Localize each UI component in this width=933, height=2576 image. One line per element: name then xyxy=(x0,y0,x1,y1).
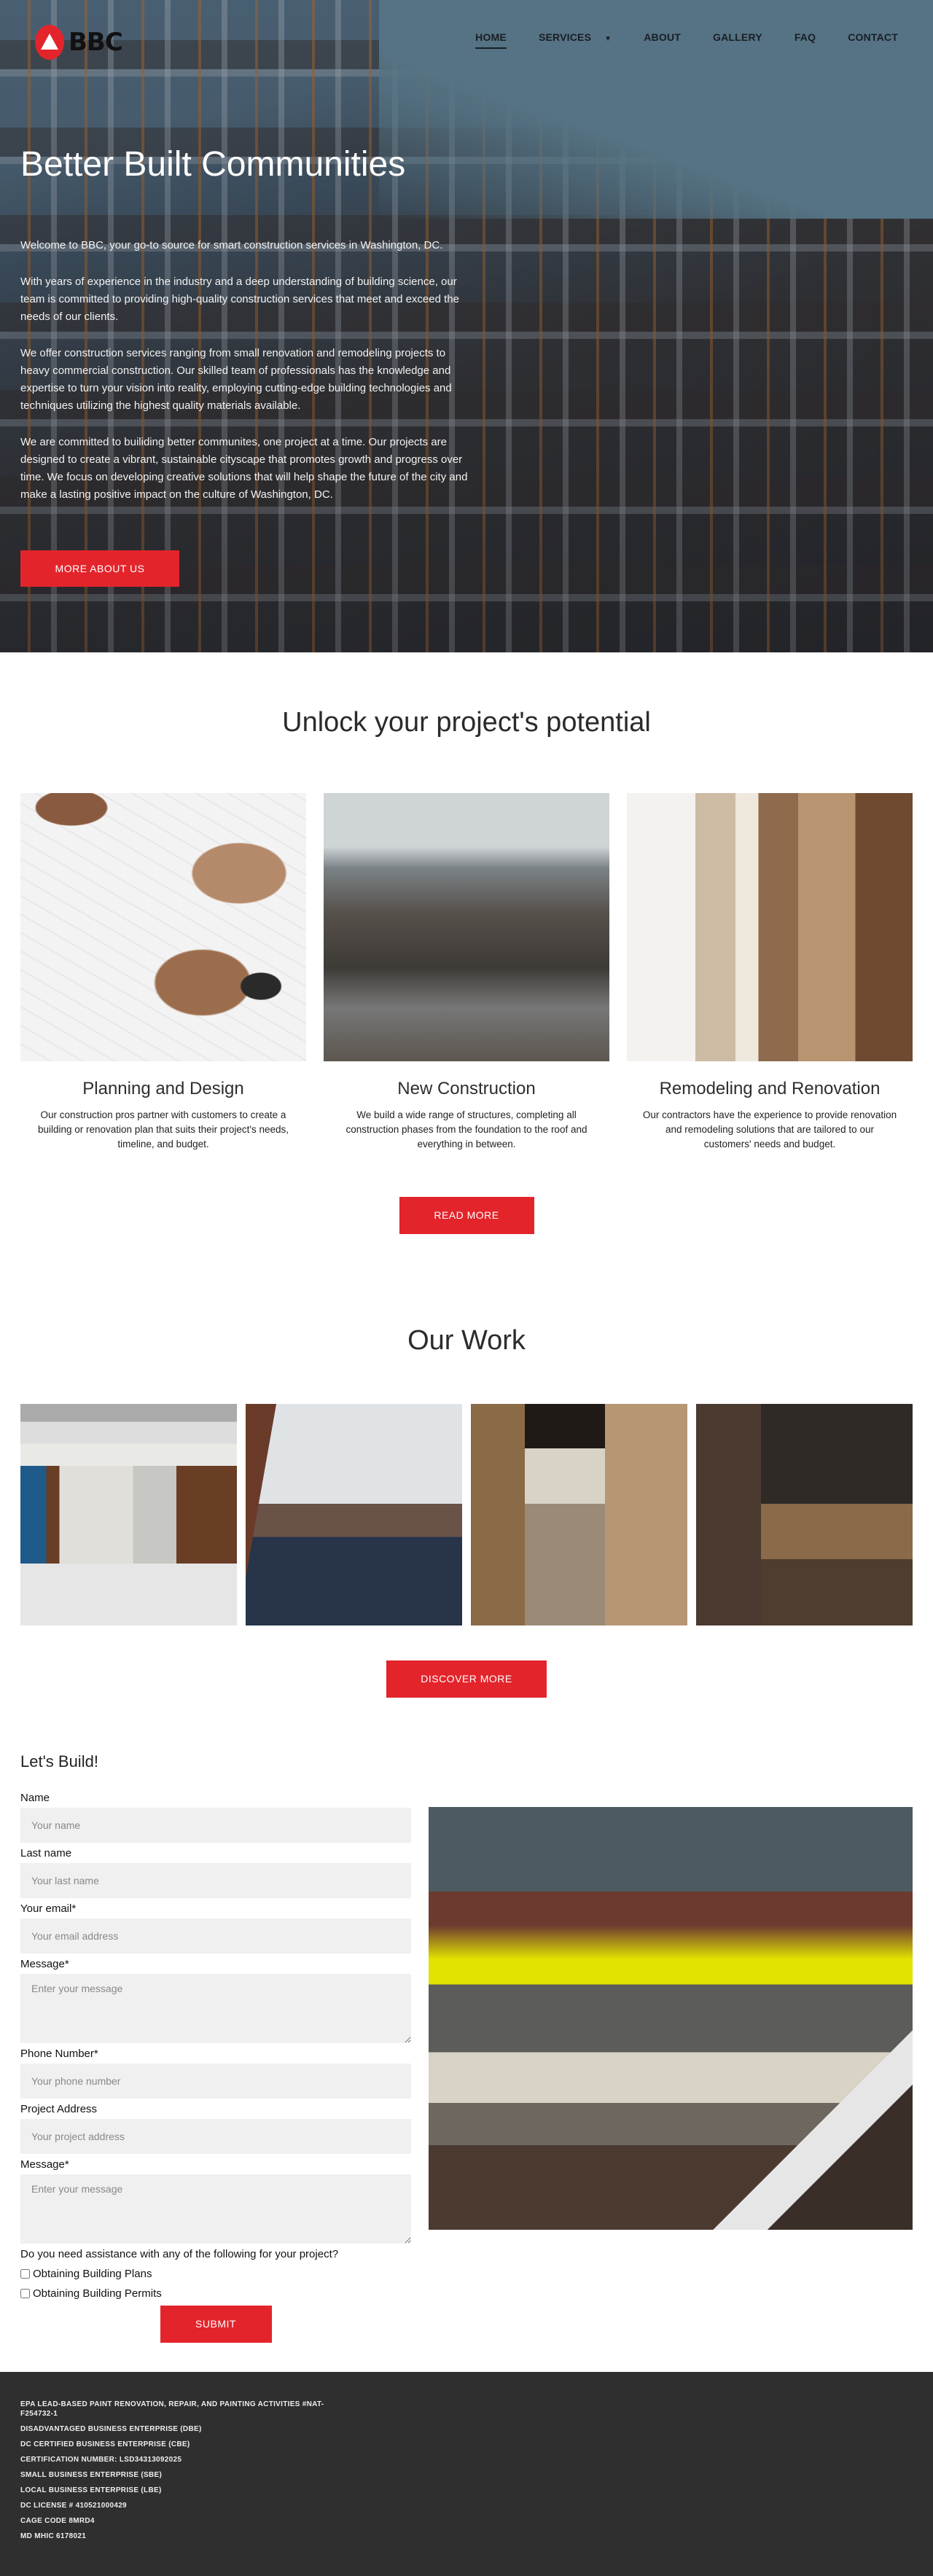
certification-dbe: DISADVANTAGED BUSINESS ENTERPRISE (DBE) xyxy=(20,2425,202,2433)
new-construction-image xyxy=(324,793,609,1061)
md-mhic: MD MHIC 6178021 xyxy=(20,2532,87,2540)
service-cards: Planning and Design Our construction pro… xyxy=(0,793,933,1152)
email-input[interactable] xyxy=(20,1919,411,1954)
certification-epa: EPA LEAD-BASED PAINT RENOVATION, REPAIR,… xyxy=(20,2400,324,2418)
logo[interactable]: BBC xyxy=(35,24,123,60)
hero-paragraph: Welcome to BBC, your go-to source for sm… xyxy=(20,238,443,251)
option-building-permits[interactable]: Obtaining Building Permits xyxy=(20,2287,411,2300)
nav-contact[interactable]: CONTACT xyxy=(848,31,898,47)
contact-title: Let's Build! xyxy=(20,1752,98,1771)
our-work-title: Our Work xyxy=(407,1325,526,1356)
services-title: Unlock your project's potential xyxy=(282,707,651,738)
assistance-question: Do you need assistance with any of the f… xyxy=(20,2248,339,2260)
last-name-label: Last name xyxy=(20,1847,72,1859)
building-permits-checkbox[interactable] xyxy=(20,2289,30,2298)
logo-text: BBC xyxy=(69,27,123,57)
nav-about[interactable]: ABOUT xyxy=(644,31,681,47)
work-gallery xyxy=(0,1404,933,1626)
hero-paragraph: We offer construction services ranging f… xyxy=(20,346,452,412)
contact-section: Let's Build! Name Last name Your email* … xyxy=(0,1752,933,2343)
submit-button[interactable]: SUBMIT xyxy=(160,2306,272,2343)
dc-license: DC LICENSE # 410521000429 xyxy=(20,2502,127,2510)
nav-services[interactable]: SERVICES ▼ xyxy=(539,31,612,47)
building-plans-checkbox[interactable] xyxy=(20,2269,30,2279)
discover-more-button[interactable]: DISCOVER MORE xyxy=(386,1660,547,1698)
certification-number: CERTIFICATION NUMBER: LSD34313092025 xyxy=(20,2456,182,2464)
nav-services-label: SERVICES xyxy=(538,31,592,43)
email-label: Your email* xyxy=(20,1902,77,1915)
our-work-section: Our Work DISCOVER MORE xyxy=(0,1234,933,1698)
nav-faq[interactable]: FAQ xyxy=(795,31,816,47)
site-footer: EPA LEAD-BASED PAINT RENOVATION, REPAIR,… xyxy=(0,2372,933,2576)
project-address-input[interactable] xyxy=(20,2119,411,2154)
certification-sbe: SMALL BUSINESS ENTERPRISE (SBE) xyxy=(20,2471,163,2479)
message-label-2: Message* xyxy=(20,2158,69,2171)
message-label: Message* xyxy=(20,1958,69,1970)
gallery-image-interior-gut[interactable] xyxy=(471,1404,687,1625)
main-nav: HOME SERVICES ▼ ABOUT GALLERY FAQ CONTACT xyxy=(443,31,898,49)
certification-cbe: DC CERTIFIED BUSINESS ENTERPRISE (CBE) xyxy=(20,2440,190,2448)
hero-title: Better Built Communities xyxy=(20,145,406,184)
gallery-image-kitchen[interactable] xyxy=(20,1404,237,1626)
message-textarea-2[interactable] xyxy=(20,2174,411,2244)
read-more-button[interactable]: READ MORE xyxy=(399,1197,534,1234)
chevron-down-icon[interactable]: ▼ xyxy=(604,35,612,43)
card-title: Remodeling and Renovation xyxy=(659,1079,881,1098)
card-title: New Construction xyxy=(397,1079,536,1098)
card-text: Our construction pros partner with custo… xyxy=(37,1109,289,1150)
nav-home[interactable]: HOME xyxy=(475,31,507,49)
logo-triangle-icon xyxy=(35,24,64,60)
message-textarea[interactable] xyxy=(20,1974,411,2043)
gallery-image-foundation[interactable] xyxy=(696,1404,913,1625)
certification-lbe: LOCAL BUSINESS ENTERPRISE (LBE) xyxy=(20,2486,162,2494)
services-section: Unlock your project's potential Planning… xyxy=(0,652,933,1234)
service-card-new-construction: New Construction We build a wide range o… xyxy=(324,793,609,1152)
hero-paragraph: With years of experience in the industry… xyxy=(20,275,459,323)
service-card-remodeling: Remodeling and Renovation Our contractor… xyxy=(627,793,913,1152)
project-address-label: Project Address xyxy=(20,2103,98,2115)
nav-gallery[interactable]: GALLERY xyxy=(713,31,762,47)
crane-delivery-photo xyxy=(429,1807,913,2230)
building-permits-label: Obtaining Building Permits xyxy=(33,2287,162,2300)
service-card-planning: Planning and Design Our construction pro… xyxy=(20,793,306,1152)
phone-input[interactable] xyxy=(20,2064,411,2099)
option-building-plans[interactable]: Obtaining Building Plans xyxy=(20,2268,411,2280)
gallery-image-crane-truck[interactable] xyxy=(246,1404,462,1625)
card-title: Planning and Design xyxy=(82,1079,244,1098)
planning-image xyxy=(20,793,306,1061)
hero-paragraph: We are committed to builiding better com… xyxy=(20,435,468,501)
name-label: Name xyxy=(20,1792,50,1804)
more-about-us-button[interactable]: MORE ABOUT US xyxy=(20,550,179,587)
remodeling-image xyxy=(627,793,913,1061)
hero-section: BBC HOME SERVICES ▼ ABOUT GALLERY FAQ CON… xyxy=(0,0,933,652)
building-plans-label: Obtaining Building Plans xyxy=(33,2268,152,2280)
phone-label: Phone Number* xyxy=(20,2048,98,2060)
card-text: We build a wide range of structures, com… xyxy=(346,1109,587,1150)
card-text: Our contractors have the experience to p… xyxy=(642,1109,897,1150)
site-header: BBC HOME SERVICES ▼ ABOUT GALLERY FAQ CON… xyxy=(0,0,933,84)
hero-content: Better Built Communities Welcome to BBC,… xyxy=(20,145,472,523)
last-name-input[interactable] xyxy=(20,1863,411,1898)
cage-code: CAGE CODE 8MRD4 xyxy=(20,2517,95,2525)
name-input[interactable] xyxy=(20,1808,411,1843)
contact-form: Let's Build! Name Last name Your email* … xyxy=(20,1752,411,2343)
